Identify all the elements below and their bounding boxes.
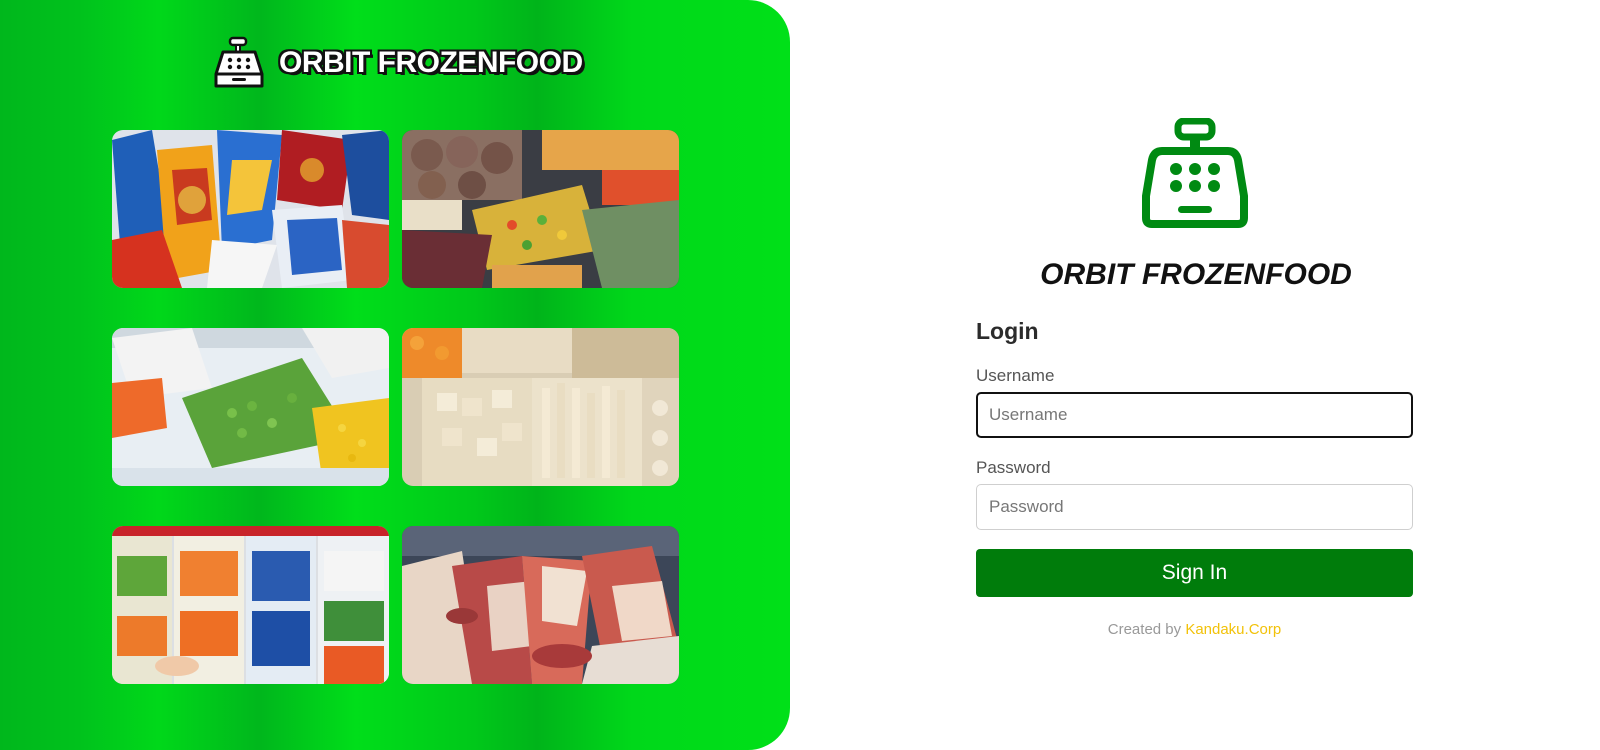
app-title: ORBIT FROZENFOOD [1040,258,1352,291]
packaged-sausages-and-salami-photo [402,526,679,684]
cash-register-icon [213,36,265,90]
frozen-fish-balls-and-tofu-photo [402,328,679,486]
vacuum-packed-meat-and-vegetables-photo [402,130,679,288]
brand-header: ORBIT FROZENFOOD [213,36,583,90]
cash-register-icon [1140,117,1250,230]
frozen-snack-packages-photo [112,130,389,288]
frozen-peas-and-corn-bags-photo [112,328,389,486]
password-input[interactable] [976,484,1413,530]
frozen-vegetable-freezer-aisle-photo [112,526,389,684]
username-input[interactable] [976,392,1413,438]
login-heading: Login [976,318,1039,344]
username-label: Username [976,366,1055,385]
footer-author-link[interactable]: Kandaku.Corp [1185,621,1281,638]
password-label: Password [976,458,1051,477]
left-hero-panel: ORBIT FROZENFOOD [0,0,790,750]
brand-name: ORBIT FROZENFOOD [279,46,583,79]
footer-prefix: Created by [1107,621,1186,638]
sign-in-button[interactable]: Sign In [976,549,1413,597]
footer-credit: Created by Kandaku.Corp [976,621,1413,638]
